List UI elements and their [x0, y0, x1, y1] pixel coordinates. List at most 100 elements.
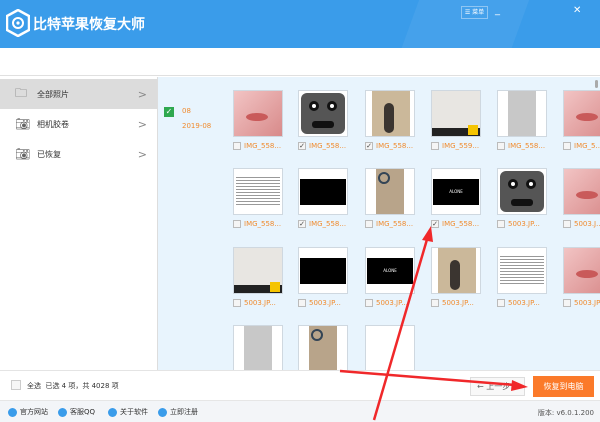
scrollbar[interactable] — [595, 80, 598, 88]
photo-filename: IMG_558... — [244, 142, 282, 150]
photo-thumbnail[interactable] — [431, 247, 481, 294]
register-link[interactable]: 立即注册 — [158, 407, 198, 417]
photo-tile[interactable] — [233, 325, 283, 370]
photo-thumbnail[interactable] — [233, 90, 283, 137]
photo-tile[interactable]: IMG_5... — [563, 90, 600, 150]
photo-thumbnail[interactable] — [563, 168, 600, 215]
photo-thumbnail[interactable] — [431, 90, 481, 137]
photo-thumbnail[interactable] — [497, 168, 547, 215]
footer: 官方网站 客服QQ 关于软件 立即注册 版本: v6.0.1.200 — [0, 400, 600, 422]
sidebar-item-all-photos[interactable]: 🗀 全部照片 > — [0, 79, 157, 109]
photo-filename: IMG_558... — [442, 220, 480, 228]
chevron-right-icon: > — [137, 87, 147, 101]
photo-tile[interactable]: IMG_558... — [365, 168, 415, 228]
photo-thumbnail[interactable] — [233, 325, 283, 370]
photo-checkbox[interactable] — [563, 299, 571, 307]
photo-checkbox[interactable]: ✓ — [431, 220, 439, 228]
photo-filename: IMG_558... — [376, 142, 414, 150]
photo-filename: IMG_558... — [309, 142, 347, 150]
photo-tile[interactable]: 5003.JP... — [563, 247, 600, 307]
photo-checkbox[interactable] — [563, 220, 571, 228]
photo-checkbox[interactable] — [298, 299, 306, 307]
photo-tile[interactable]: ALONE 5003.JP... — [365, 247, 415, 307]
photo-thumbnail[interactable] — [365, 168, 415, 215]
photo-thumbnail[interactable] — [365, 90, 415, 137]
photo-tile[interactable]: ALONE ✓ IMG_558... — [431, 168, 481, 228]
photo-thumbnail[interactable] — [497, 90, 547, 137]
photo-checkbox[interactable]: ✓ — [365, 142, 373, 150]
camera-icon: 📷︎ — [15, 117, 31, 131]
photo-thumbnail[interactable] — [298, 247, 348, 294]
toolbar-strip — [0, 48, 600, 76]
chevron-right-icon: > — [137, 117, 147, 131]
photo-thumbnail[interactable] — [233, 168, 283, 215]
photo-tile[interactable]: IMG_558... — [233, 168, 283, 228]
photo-tile[interactable]: ✓ IMG_558... — [298, 90, 348, 150]
photo-checkbox[interactable] — [233, 142, 241, 150]
photo-tile[interactable]: 5003.JP... — [431, 247, 481, 307]
photo-tile[interactable] — [298, 325, 348, 370]
support-qq-link[interactable]: 客服QQ — [58, 407, 95, 417]
select-all-checkbox[interactable] — [11, 380, 21, 390]
photo-thumbnail[interactable]: ALONE — [431, 168, 481, 215]
photo-tile[interactable]: 5003.JP... — [497, 168, 547, 228]
previous-step-button[interactable]: ← 上一步 — [470, 377, 525, 396]
bottom-bar: 全选 已选 4 项，共 4028 项 ← 上一步 恢复到电脑 — [0, 370, 600, 400]
photo-filename: 5003.JP... — [508, 299, 540, 307]
sidebar-item-camera-roll[interactable]: 📷︎ 相机胶卷 > — [0, 109, 157, 139]
selection-summary: 已选 4 项，共 4028 项 — [45, 382, 119, 390]
close-button[interactable]: ✕ — [573, 5, 581, 16]
photo-filename: IMG_558... — [309, 220, 347, 228]
about-link[interactable]: 关于软件 — [108, 407, 148, 417]
photo-filename: IMG_558... — [376, 220, 414, 228]
link-label: 关于软件 — [120, 408, 148, 416]
photo-tile[interactable]: 5003.JP... — [497, 247, 547, 307]
menu-button[interactable]: ☰ 菜单 — [461, 6, 488, 19]
photo-checkbox[interactable] — [233, 220, 241, 228]
photo-checkbox[interactable] — [233, 299, 241, 307]
photo-tile[interactable]: ✓ IMG_558... — [298, 168, 348, 228]
photo-checkbox[interactable]: ✓ — [298, 220, 306, 228]
photo-checkbox[interactable] — [497, 220, 505, 228]
photo-tile[interactable]: IMG_559... — [431, 90, 481, 150]
photo-thumbnail[interactable] — [298, 90, 348, 137]
photo-tile[interactable] — [365, 325, 415, 370]
photo-tile[interactable]: 5003.JP... — [233, 247, 283, 307]
photo-checkbox[interactable] — [431, 299, 439, 307]
photo-thumbnail[interactable] — [298, 168, 348, 215]
info-icon — [108, 407, 117, 417]
photo-tile[interactable]: 5003.JP... — [298, 247, 348, 307]
photo-tile[interactable]: IMG_558... — [497, 90, 547, 150]
minimize-button[interactable]: _ — [495, 5, 500, 16]
group-checkbox[interactable]: ✓ — [164, 107, 174, 117]
app-logo-icon — [6, 9, 30, 37]
photo-tile[interactable]: ✓ IMG_558... — [365, 90, 415, 150]
sidebar-item-recovered[interactable]: 📷︎ 已恢复 > — [0, 139, 157, 169]
home-icon — [8, 407, 17, 417]
official-site-link[interactable]: 官方网站 — [8, 407, 48, 417]
photo-thumbnail[interactable]: ALONE — [365, 247, 415, 294]
photo-tile[interactable]: 5003.J... — [563, 168, 600, 228]
chevron-right-icon: > — [137, 147, 147, 161]
photo-checkbox[interactable] — [497, 299, 505, 307]
photo-checkbox[interactable]: ✓ — [298, 142, 306, 150]
photo-thumbnail[interactable] — [497, 247, 547, 294]
photo-thumbnail[interactable] — [563, 247, 600, 294]
photo-filename: 5003.JP... — [508, 220, 540, 228]
menu-label: 菜单 — [472, 9, 485, 16]
photo-tile[interactable]: IMG_558... — [233, 90, 283, 150]
user-icon — [158, 407, 167, 417]
recover-to-computer-button[interactable]: 恢复到电脑 — [533, 376, 594, 397]
photo-thumbnail[interactable] — [233, 247, 283, 294]
sidebar-item-label: 已恢复 — [37, 149, 61, 159]
photo-checkbox[interactable] — [563, 142, 571, 150]
photo-checkbox[interactable] — [365, 299, 373, 307]
photo-checkbox[interactable] — [431, 142, 439, 150]
photo-thumbnail[interactable] — [563, 90, 600, 137]
photo-grid-area: ✓ 08 2019-08 IMG_558... ✓ IMG_558... ✓ IMG_5… — [158, 77, 600, 370]
photo-thumbnail[interactable] — [365, 325, 415, 370]
photo-checkbox[interactable] — [497, 142, 505, 150]
photo-checkbox[interactable] — [365, 220, 373, 228]
link-label: 立即注册 — [170, 408, 198, 416]
photo-thumbnail[interactable] — [298, 325, 348, 370]
